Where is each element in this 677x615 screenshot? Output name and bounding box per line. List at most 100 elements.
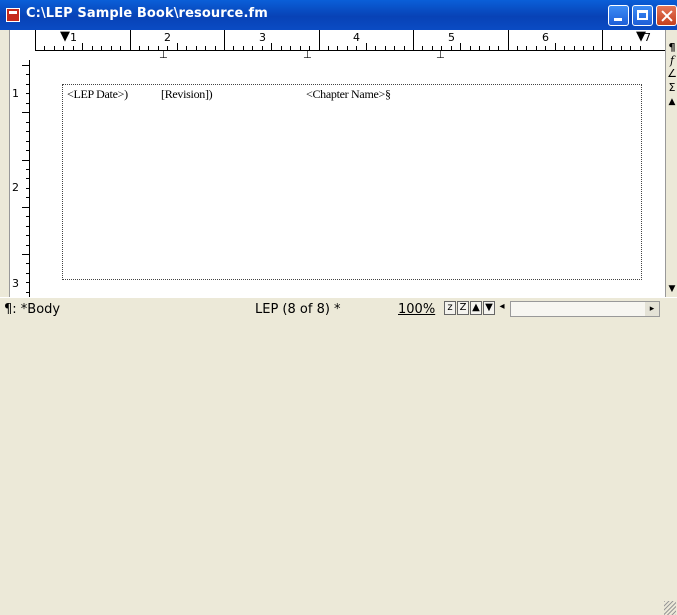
ruler-tick <box>101 46 103 50</box>
right-indent-marker-icon[interactable]: ▼ <box>636 30 646 43</box>
vruler-tick <box>26 272 29 274</box>
ruler-tick <box>53 46 55 50</box>
ruler-tick <box>195 46 197 50</box>
ruler-tick <box>592 46 594 50</box>
vruler-tick <box>26 197 29 199</box>
ruler-tick <box>261 46 263 50</box>
ruler-tick <box>242 46 244 50</box>
ruler-tick <box>488 46 490 50</box>
ruler-tick <box>422 46 424 50</box>
ruler-tick <box>346 46 348 50</box>
vruler-tick <box>26 150 29 152</box>
ruler-tick <box>573 46 575 50</box>
ruler-tick <box>176 43 178 50</box>
ruler-tick <box>507 30 509 50</box>
ruler-tick <box>516 46 518 50</box>
ruler-tick <box>545 46 547 50</box>
character-format-icon[interactable]: f <box>666 55 677 67</box>
page-indicator[interactable]: LEP (8 of 8) * <box>255 302 341 317</box>
ruler-tick <box>252 46 254 50</box>
graphics-tools-icon[interactable]: ∠ <box>666 68 677 80</box>
close-button[interactable] <box>656 5 677 26</box>
ruler-tick <box>63 46 65 50</box>
vruler-tick <box>26 235 29 237</box>
revision-variable[interactable]: [Revision]) <box>161 87 213 102</box>
vruler-number-2: 2 <box>12 181 19 194</box>
ruler-tick <box>356 46 358 50</box>
ruler-tick <box>602 30 603 50</box>
ruler-tick <box>318 30 320 50</box>
ruler-tick <box>365 43 367 50</box>
resize-grip-icon[interactable] <box>664 601 676 615</box>
chapter-name-variable[interactable]: <Chapter Name>§ <box>306 87 391 102</box>
ruler-baseline <box>35 50 665 51</box>
ruler-tick <box>630 46 632 50</box>
left-margin-strip <box>0 30 10 320</box>
horizontal-scrollbar[interactable]: ▸ <box>510 301 660 317</box>
vruler-tick <box>26 102 29 104</box>
ruler-number-2: 2 <box>164 31 171 44</box>
maximize-button[interactable] <box>632 5 653 26</box>
lep-date-variable[interactable]: <LEP Date>) <box>67 87 128 102</box>
framemaker-document-icon[interactable] <box>6 8 20 22</box>
vruler-tick <box>26 121 29 123</box>
ruler-tick <box>639 46 641 50</box>
vruler-tick <box>22 206 29 208</box>
ruler-tick <box>91 46 93 50</box>
ruler-tick <box>479 46 481 50</box>
vruler-tick <box>26 216 29 218</box>
scroll-left-icon[interactable]: ◂ <box>496 301 508 315</box>
vruler-tick <box>26 291 29 293</box>
vruler-tick <box>26 93 29 95</box>
ruler-tick <box>583 46 585 50</box>
equations-icon[interactable]: Σ <box>666 82 677 94</box>
previous-page-button[interactable]: ▲ <box>470 301 482 315</box>
vruler-tick <box>26 263 29 265</box>
text-frame[interactable] <box>62 84 642 280</box>
scroll-up-icon[interactable]: ▲ <box>666 96 677 108</box>
vruler-tick <box>26 83 29 85</box>
vruler-number-3: 3 <box>12 277 19 290</box>
ruler-tick <box>138 46 140 50</box>
horizontal-ruler[interactable]: 1 2 3 4 5 6 7 ▼ ▼ ⊥ ⊥ ⊥ <box>10 30 665 61</box>
zoom-in-button[interactable]: Z <box>457 301 469 315</box>
ruler-tick <box>271 43 273 50</box>
ruler-tick <box>431 46 433 50</box>
vruler-tick <box>22 159 29 161</box>
vruler-tick <box>26 244 29 246</box>
vruler-tick <box>26 225 29 227</box>
minimize-button[interactable] <box>608 5 629 26</box>
vruler-tick <box>22 112 29 114</box>
ruler-tick <box>413 30 414 50</box>
status-bar: ¶: *Body LEP (8 of 8) * 100% z Z ▲ ▼ ◂ ▸ <box>0 297 677 615</box>
vruler-tick <box>26 178 29 180</box>
ruler-tick <box>498 46 500 50</box>
next-page-button[interactable]: ▼ <box>483 301 495 315</box>
ruler-tick <box>564 46 566 50</box>
scroll-down-icon[interactable]: ▼ <box>666 283 677 295</box>
vruler-tick <box>22 254 29 255</box>
window-title: C:\LEP Sample Book\resource.fm <box>26 6 268 21</box>
zoom-out-button[interactable]: z <box>444 301 456 315</box>
vruler-tick <box>26 168 29 170</box>
vruler-tick <box>22 65 29 66</box>
ruler-tick <box>375 46 377 50</box>
vruler-tick <box>26 187 29 189</box>
show-paragraph-marks-icon[interactable]: ¶ <box>666 42 677 54</box>
zoom-level[interactable]: 100% <box>398 302 435 317</box>
scroll-right-icon[interactable]: ▸ <box>645 302 659 316</box>
ruler-tick <box>129 30 131 50</box>
ruler-tick <box>394 46 396 50</box>
ruler-tick <box>535 46 537 50</box>
ruler-tick <box>82 43 84 50</box>
ruler-tick <box>224 30 225 50</box>
ruler-number-5: 5 <box>448 31 455 44</box>
ruler-tick <box>205 46 207 50</box>
ruler-tick <box>450 46 452 50</box>
ruler-tick <box>403 46 405 50</box>
vruler-tick <box>26 74 29 76</box>
left-indent-marker-icon[interactable]: ▼ <box>60 30 70 43</box>
paragraph-format-indicator[interactable]: ¶: *Body <box>4 302 60 317</box>
ruler-tick <box>620 46 622 50</box>
document-page[interactable]: <LEP Date>) [Revision]) <Chapter Name>§ <box>30 60 665 297</box>
